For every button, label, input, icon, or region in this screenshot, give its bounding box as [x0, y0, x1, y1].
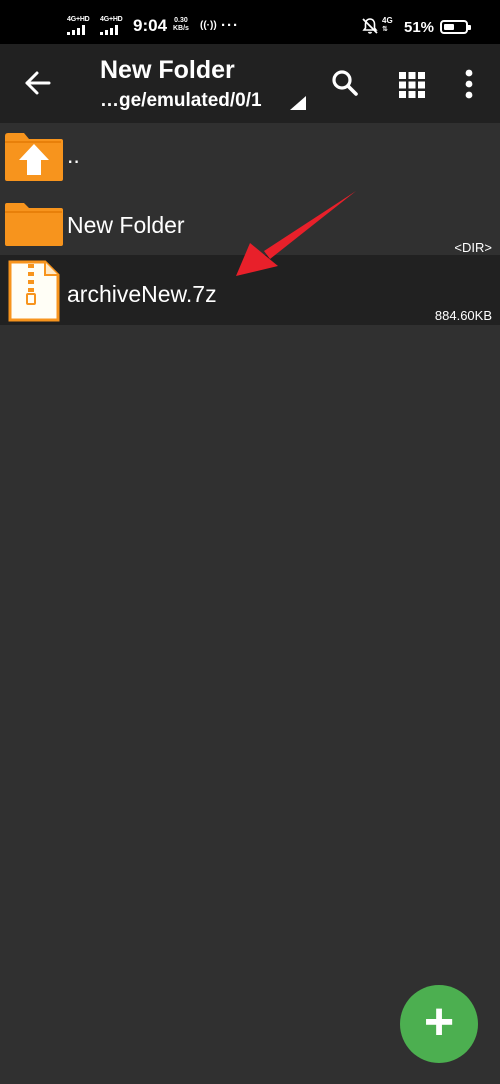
annotation-arrow-icon — [236, 191, 356, 276]
zip-file-icon — [8, 260, 60, 322]
network-speed-value: 0.30 — [174, 17, 188, 24]
clock: 9:04 — [133, 16, 168, 35]
status-bar: 4G+HD 4G+HD 9:04 0.30 KB/s ((·)) ··· 4G … — [0, 0, 500, 44]
mute-icon — [362, 18, 378, 34]
current-path[interactable]: …ge/emulated/0/1 — [100, 90, 262, 112]
parent-folder-icon — [5, 133, 63, 181]
back-arrow-icon[interactable] — [24, 69, 52, 97]
grid-view-icon[interactable] — [396, 68, 428, 100]
network-speed-unit: KB/s — [173, 25, 189, 32]
network-type-label: 4G — [382, 16, 393, 25]
file-meta: <DIR> — [454, 240, 492, 255]
file-name: archiveNew.7z — [67, 281, 217, 307]
battery-percent: 51% — [404, 19, 435, 36]
network-speed: 0.30 KB/s — [173, 17, 189, 33]
add-fab-button[interactable]: + — [400, 985, 478, 1063]
battery-fill — [444, 24, 454, 30]
file-name: New Folder — [67, 212, 185, 238]
signal-1-label: 4G+HD — [67, 16, 90, 23]
folder-icon — [5, 203, 63, 246]
path-dropdown-icon[interactable] — [290, 96, 306, 110]
file-name: .. — [67, 142, 80, 168]
signal-2-label: 4G+HD — [100, 16, 123, 23]
battery-icon — [440, 20, 471, 34]
hotspot-icon: ((·)) — [200, 20, 217, 31]
file-meta: 884.60KB — [434, 308, 492, 323]
list-item-parent-dir[interactable]: .. — [0, 126, 500, 186]
more-options-icon[interactable] — [453, 68, 485, 100]
search-icon[interactable] — [329, 68, 361, 100]
app-toolbar: New Folder …ge/emulated/0/1 — [0, 44, 500, 123]
more-notifications-icon: ··· — [221, 17, 239, 34]
network-type: 4G ⇅ — [382, 16, 393, 33]
page-title: New Folder — [100, 56, 235, 84]
